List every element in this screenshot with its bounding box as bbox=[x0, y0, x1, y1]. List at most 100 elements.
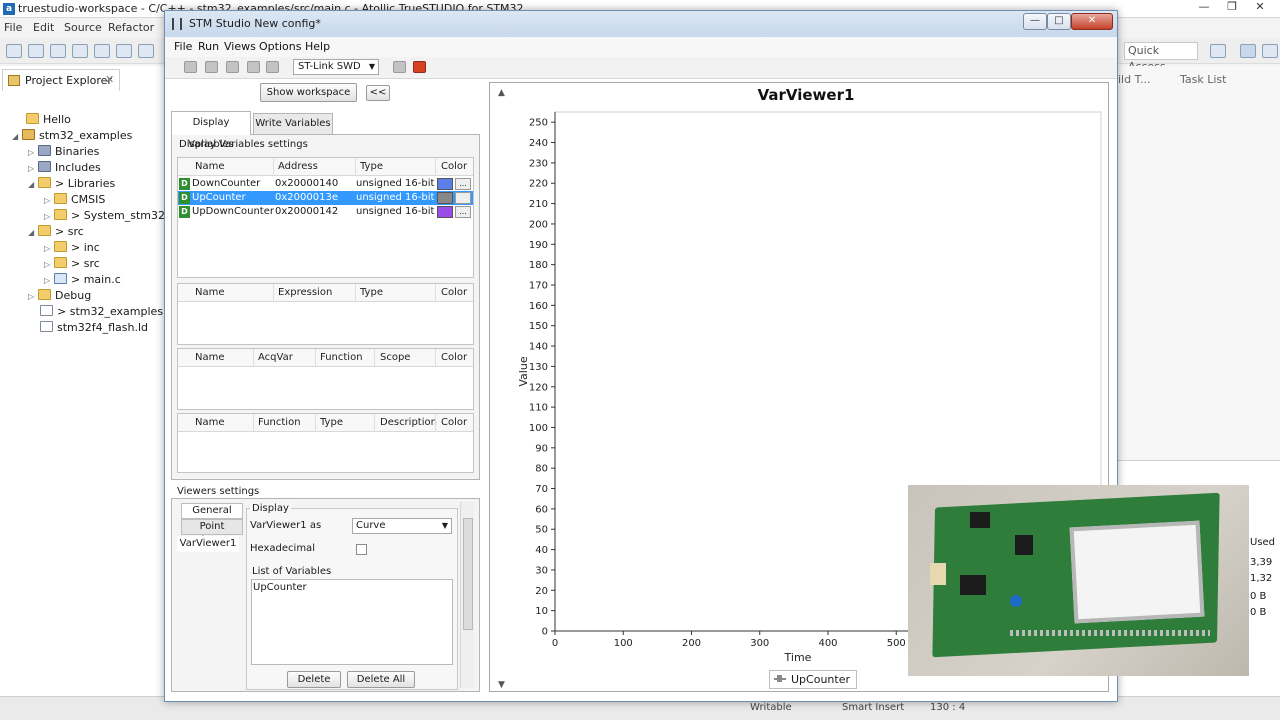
collapsed-arrow-icon[interactable]: ▷ bbox=[28, 148, 38, 157]
x-tick-label: 200 bbox=[682, 638, 701, 649]
tree-item[interactable]: ▷ Debug bbox=[28, 289, 91, 305]
tree-item[interactable]: > stm32_examples.elf bbox=[40, 305, 180, 321]
menu-options[interactable]: Options bbox=[259, 40, 301, 53]
viewers-scrollbar[interactable] bbox=[460, 502, 474, 688]
expanded-arrow-icon[interactable]: ◢ bbox=[28, 228, 38, 237]
color-swatch[interactable] bbox=[437, 178, 453, 190]
viewer-tab-general[interactable]: General bbox=[181, 503, 243, 519]
close-icon[interactable]: ✕ bbox=[105, 73, 114, 86]
tree-item[interactable]: ▷ > inc bbox=[44, 241, 100, 257]
ide-close-button[interactable]: ✕ bbox=[1246, 0, 1274, 16]
display-badge: D bbox=[179, 178, 190, 190]
new-icon[interactable] bbox=[6, 44, 22, 58]
collapsed-arrow-icon[interactable]: ▷ bbox=[28, 292, 38, 301]
collapse-panel-button[interactable]: << bbox=[366, 85, 390, 101]
y-tick-label: 150 bbox=[529, 321, 548, 332]
tab-display-variables[interactable]: Display Variables bbox=[171, 111, 251, 150]
probe-select[interactable]: ST-Link SWD ▼ bbox=[293, 59, 379, 75]
tree-item[interactable]: ▷ Binaries bbox=[28, 145, 99, 161]
right-tab-build[interactable]: ild T... bbox=[1118, 73, 1151, 86]
stm-close-button[interactable]: ✕ bbox=[1071, 13, 1113, 30]
viewer-type-select[interactable]: Curve ▼ bbox=[352, 518, 452, 534]
color-picker-button[interactable]: ... bbox=[455, 178, 471, 190]
scrollbar-thumb[interactable] bbox=[463, 518, 473, 630]
expanded-arrow-icon[interactable]: ◢ bbox=[28, 180, 38, 189]
used-value: 0 B bbox=[1250, 607, 1267, 618]
ide-maximize-button[interactable]: ❐ bbox=[1218, 0, 1246, 16]
y-tick-label: 0 bbox=[542, 627, 548, 638]
color-picker-button[interactable]: ... bbox=[455, 192, 471, 204]
import-icon[interactable] bbox=[116, 44, 132, 58]
delete-button[interactable]: Delete bbox=[287, 671, 341, 688]
tree-item[interactable]: ▷ > System_stm32f4 bbox=[44, 209, 176, 225]
status-insert-mode: Smart Insert bbox=[842, 702, 905, 713]
right-tab-task-list[interactable]: Task List bbox=[1180, 73, 1226, 86]
color-swatch[interactable] bbox=[437, 192, 453, 204]
menu-help[interactable]: Help bbox=[305, 40, 330, 53]
stm-maximize-button[interactable]: □ bbox=[1047, 13, 1071, 30]
collapsed-arrow-icon[interactable]: ▷ bbox=[44, 196, 54, 205]
menu-views[interactable]: Views bbox=[224, 40, 256, 53]
tab-write-variables[interactable]: Write Variables bbox=[253, 113, 333, 135]
project-explorer-tab[interactable]: Project Explorer ✕ bbox=[2, 69, 120, 91]
open-perspective-icon[interactable] bbox=[1210, 44, 1226, 58]
save-icon[interactable] bbox=[247, 61, 260, 73]
collapsed-arrow-icon[interactable]: ▷ bbox=[44, 260, 54, 269]
table-row[interactable]: D DownCounter 0x20000140 unsigned 16-bit… bbox=[178, 177, 473, 191]
viewer-type-value: Curve bbox=[356, 520, 386, 531]
menu-run[interactable]: Run bbox=[198, 40, 219, 53]
c-cpp-perspective-icon[interactable] bbox=[1240, 44, 1256, 58]
viewer-tab-varviewer1[interactable]: VarViewer1 bbox=[177, 536, 239, 552]
color-swatch[interactable] bbox=[437, 206, 453, 218]
list-item[interactable]: UpCounter bbox=[253, 582, 307, 593]
new-class-icon[interactable] bbox=[72, 44, 88, 58]
hexadecimal-checkbox[interactable] bbox=[356, 544, 367, 555]
truestudio-logo-icon: a bbox=[3, 3, 15, 15]
new-c-file-icon[interactable] bbox=[50, 44, 66, 58]
tree-item[interactable]: ◢ > Libraries bbox=[28, 177, 115, 193]
open-folder-icon[interactable] bbox=[184, 61, 197, 73]
ide-menu-source[interactable]: Source bbox=[64, 21, 102, 34]
tree-item[interactable]: ▷ > src bbox=[44, 257, 100, 273]
tree-item[interactable]: ▷ > main.c bbox=[44, 273, 121, 289]
collapsed-arrow-icon[interactable]: ▷ bbox=[44, 212, 54, 221]
ide-menu-edit[interactable]: Edit bbox=[33, 21, 54, 34]
save-icon[interactable] bbox=[28, 44, 44, 58]
collapsed-arrow-icon[interactable]: ▷ bbox=[44, 244, 54, 253]
delete-all-button[interactable]: Delete All bbox=[347, 671, 415, 688]
import-variables-icon[interactable] bbox=[226, 61, 239, 73]
stop-acquisition-icon[interactable] bbox=[413, 61, 426, 73]
board-user-button bbox=[1010, 595, 1022, 607]
variable-address: 0x2000013e bbox=[275, 192, 338, 203]
new-file-icon[interactable] bbox=[205, 61, 218, 73]
ide-menu-refactor[interactable]: Refactor bbox=[108, 21, 154, 34]
print-icon[interactable] bbox=[138, 44, 154, 58]
table-row[interactable]: D UpDownCounter 0x20000142 unsigned 16-b… bbox=[178, 205, 473, 219]
tree-item[interactable]: ▷ Includes bbox=[28, 161, 101, 177]
color-picker-button[interactable]: ... bbox=[455, 206, 471, 218]
x-tick-label: 0 bbox=[552, 638, 558, 649]
column-header: Color bbox=[441, 417, 468, 428]
tree-item[interactable]: ◢ > src bbox=[28, 225, 84, 241]
collapsed-arrow-icon[interactable]: ▷ bbox=[28, 164, 38, 173]
stm-minimize-button[interactable]: — bbox=[1023, 13, 1047, 30]
menu-file[interactable]: File bbox=[174, 40, 192, 53]
ide-menu-file[interactable]: File bbox=[4, 21, 22, 34]
expanded-arrow-icon[interactable]: ◢ bbox=[12, 132, 22, 141]
ide-minimize-button[interactable]: — bbox=[1190, 0, 1218, 16]
table-row[interactable]: D UpCounter 0x2000013e unsigned 16-bit .… bbox=[178, 191, 473, 205]
file-icon bbox=[40, 305, 53, 316]
collapsed-arrow-icon[interactable]: ▷ bbox=[44, 276, 54, 285]
save-as-icon[interactable] bbox=[266, 61, 279, 73]
tree-item[interactable]: Hello bbox=[26, 113, 71, 129]
tree-item[interactable]: ▷ CMSIS bbox=[44, 193, 105, 209]
tree-item[interactable]: stm32f4_flash.ld bbox=[40, 321, 148, 337]
quick-access-field[interactable]: Quick Access bbox=[1124, 42, 1198, 73]
start-acquisition-icon[interactable] bbox=[393, 61, 406, 73]
used-value: 1,32 bbox=[1250, 573, 1273, 584]
tree-item[interactable]: ◢ stm32_examples bbox=[12, 129, 132, 145]
debug-perspective-icon[interactable] bbox=[1262, 44, 1278, 58]
new-header-icon[interactable] bbox=[94, 44, 110, 58]
show-workspace-button[interactable]: Show workspace bbox=[260, 83, 357, 102]
viewer-tab-point-viewer[interactable]: Point Viewer bbox=[181, 519, 243, 546]
